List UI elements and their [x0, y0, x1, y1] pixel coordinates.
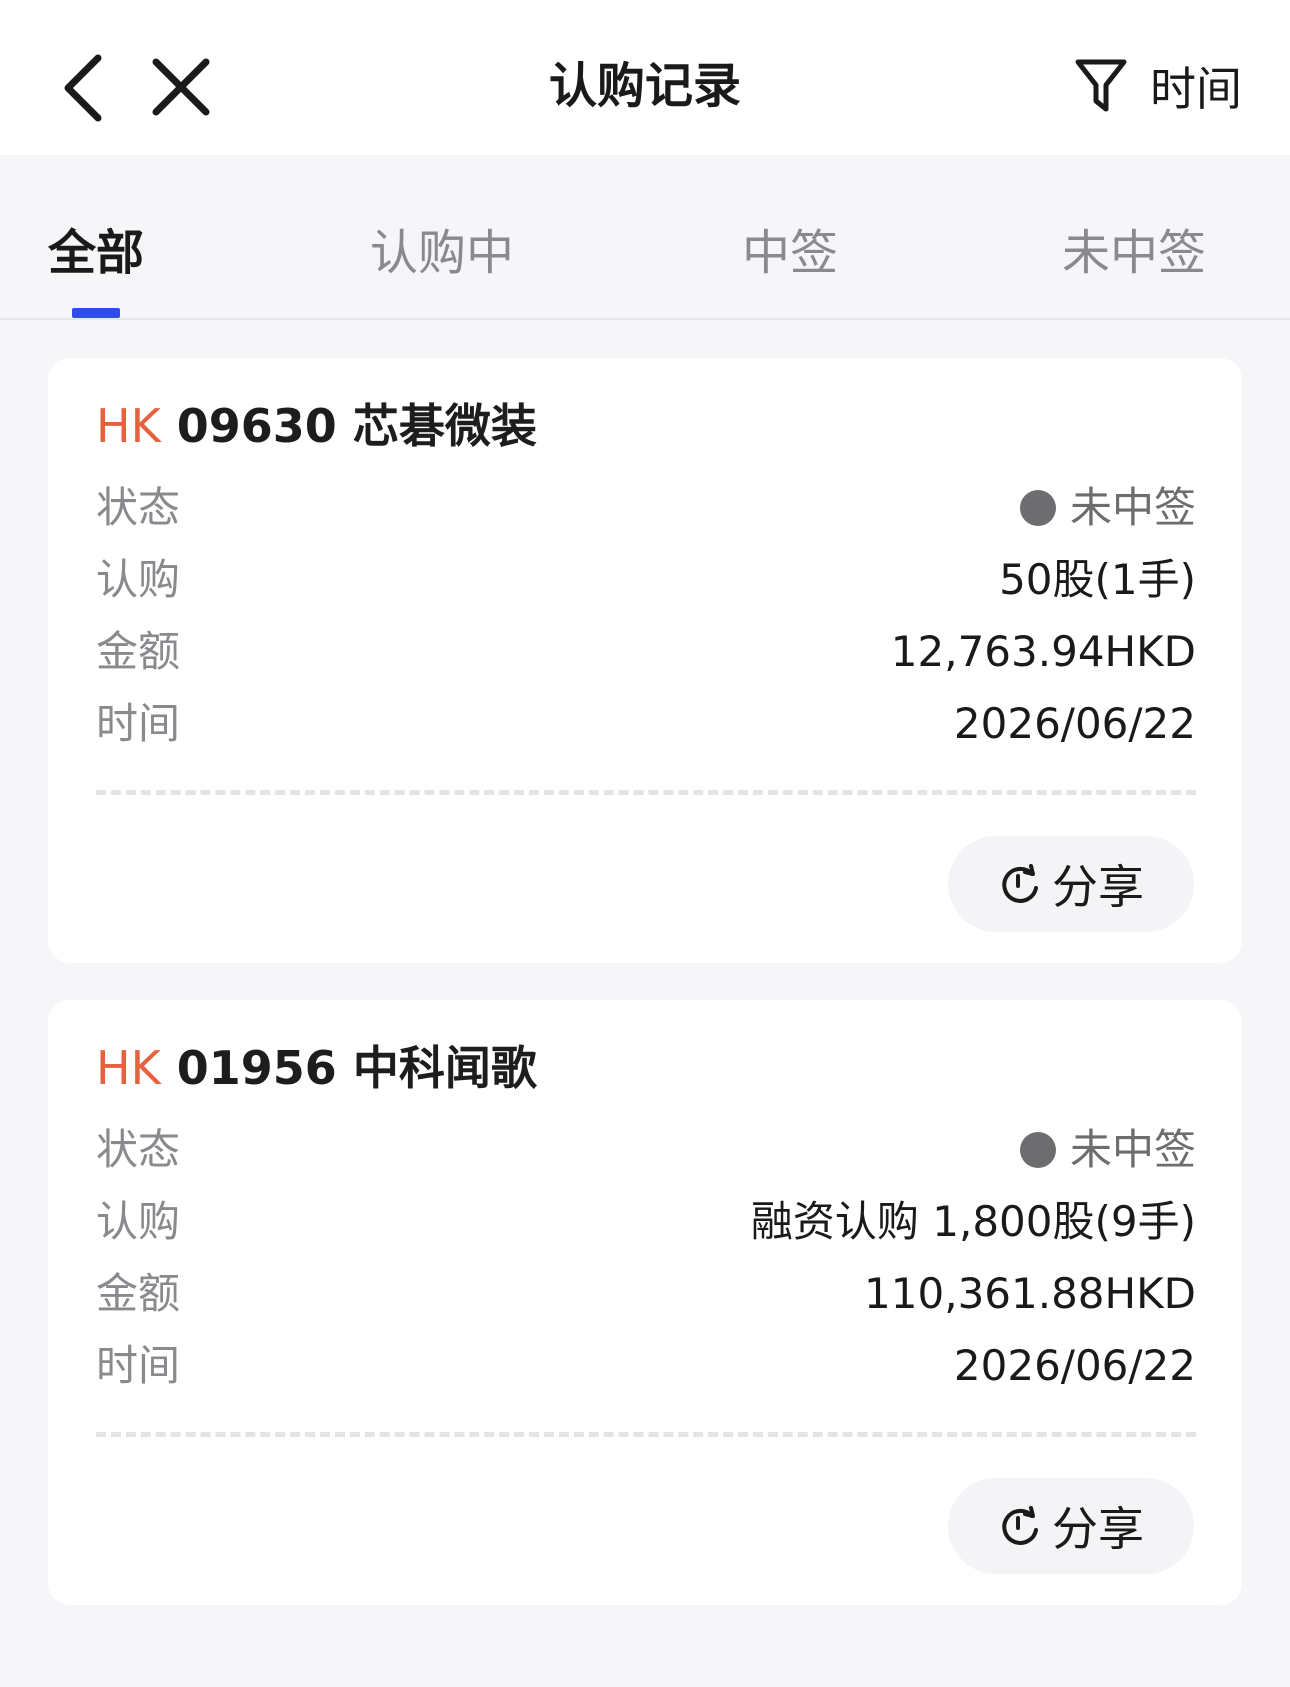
- tab-subscribing[interactable]: 认购中: [370, 223, 514, 283]
- share-icon: [1002, 864, 1038, 903]
- tab-all[interactable]: 全部: [48, 223, 144, 283]
- subscription-row: 认购 融资认购 1,800股(9手): [96, 1192, 1196, 1252]
- subscription-record-card[interactable]: HK 01956 中科闻歌 状态 未中签 认购 融资认购 1,800股(9手) …: [48, 1000, 1242, 1605]
- status-value: 未中签: [1019, 1120, 1196, 1180]
- status-dot-icon: [1019, 1132, 1056, 1168]
- subscription-record-card[interactable]: HK 09630 芯碁微装 状态 未中签 认购 50股(1手) 金额 12,76…: [48, 358, 1242, 963]
- amount-row: 金额 12,763.94HKD: [96, 622, 1196, 682]
- status-row: 状态 未中签: [96, 1120, 1196, 1180]
- dashed-divider: [96, 790, 1196, 795]
- status-row: 状态 未中签: [96, 478, 1196, 538]
- tab-allotted[interactable]: 中签: [742, 223, 838, 283]
- amount-value: 12,763.94HKD: [890, 627, 1196, 676]
- market-label: HK: [96, 1041, 161, 1095]
- subscription-value: 50股(1手): [999, 555, 1196, 604]
- status-value: 未中签: [1019, 478, 1196, 538]
- time-label: 时间: [96, 1341, 181, 1390]
- amount-value: 110,361.88HKD: [864, 1269, 1196, 1318]
- subscription-value: 融资认购 1,800股(9手): [750, 1197, 1196, 1246]
- time-value: 2026/06/22: [953, 699, 1196, 748]
- subscription-label: 认购: [96, 1197, 181, 1246]
- subscription-label: 认购: [96, 555, 181, 604]
- share-button[interactable]: 分享: [948, 836, 1194, 932]
- time-value: 2026/06/22: [953, 1341, 1196, 1390]
- filter-label: 时间: [1150, 62, 1242, 116]
- status-text: 未中签: [1069, 1125, 1196, 1174]
- stock-code-name: 09630 芯碁微装: [176, 399, 537, 453]
- time-label: 时间: [96, 699, 181, 748]
- dashed-divider: [96, 1432, 1196, 1437]
- amount-label: 金额: [96, 1269, 181, 1318]
- status-label: 状态: [96, 483, 181, 532]
- funnel-icon: [1075, 59, 1127, 112]
- top-bar: 认购记录 时间: [0, 0, 1290, 155]
- status-text: 未中签: [1069, 483, 1196, 532]
- share-icon: [1002, 1506, 1038, 1545]
- tab-not-allotted[interactable]: 未中签: [1062, 223, 1206, 283]
- share-label: 分享: [1052, 1502, 1144, 1556]
- status-label: 状态: [96, 1125, 181, 1174]
- time-row: 时间 2026/06/22: [96, 1336, 1196, 1396]
- stock-title: HK 01956 中科闻歌: [96, 1038, 537, 1098]
- active-tab-indicator: [72, 308, 120, 318]
- stock-title: HK 09630 芯碁微装: [96, 396, 537, 456]
- share-button[interactable]: 分享: [948, 1478, 1194, 1574]
- market-label: HK: [96, 399, 161, 453]
- subscription-row: 认购 50股(1手): [96, 550, 1196, 610]
- status-tabs: 全部 认购中 中签 未中签: [0, 155, 1290, 320]
- amount-row: 金额 110,361.88HKD: [96, 1264, 1196, 1324]
- status-dot-icon: [1019, 490, 1056, 526]
- stock-code-name: 01956 中科闻歌: [176, 1041, 537, 1095]
- time-filter-button[interactable]: 时间: [1074, 52, 1242, 120]
- amount-label: 金额: [96, 627, 181, 676]
- share-label: 分享: [1052, 860, 1144, 914]
- time-row: 时间 2026/06/22: [96, 694, 1196, 754]
